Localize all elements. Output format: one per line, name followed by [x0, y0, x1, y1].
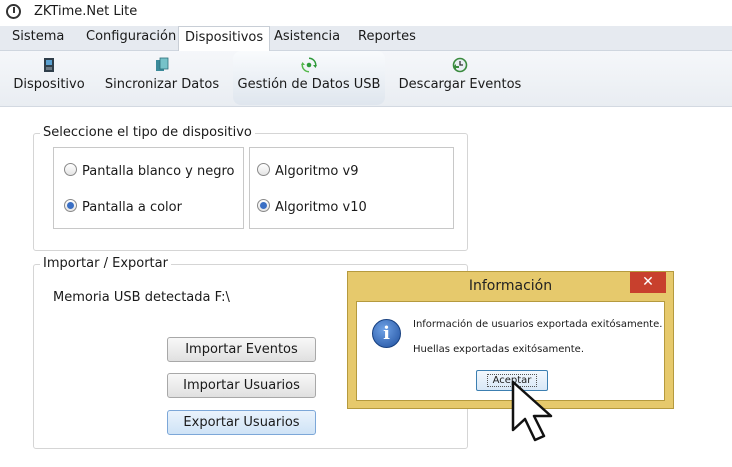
menu-dispositivos[interactable]: Dispositivos [178, 26, 271, 51]
info-icon: i [372, 319, 401, 348]
menu-sistema[interactable]: Sistema [6, 26, 70, 49]
toolbar-sincronizar-button[interactable]: Sincronizar Datos [100, 51, 224, 105]
menu-configuracion[interactable]: Configuración [80, 26, 182, 49]
dialog-title: Información [468, 278, 553, 294]
radio-algoritmo-v10[interactable]: Algoritmo v10 [257, 199, 367, 215]
toolbar: Dispositivo Sincronizar Datos Gestión de… [0, 51, 732, 107]
usb-status-text: Memoria USB detectada F:\ [53, 290, 230, 305]
menu-asistencia[interactable]: Asistencia [268, 26, 346, 49]
device-type-legend: Seleccione el tipo de dispositivo [40, 125, 255, 140]
dialog-message-fingerprints: Huellas exportadas exitósamente. [413, 344, 585, 355]
sync-icon [156, 57, 169, 71]
radio-pantalla-blanco-negro[interactable]: Pantalla blanco y negro [64, 163, 234, 179]
clock-icon [6, 4, 21, 19]
device-type-group: Seleccione el tipo de dispositivo Pantal… [33, 125, 468, 251]
download-events-icon [452, 57, 468, 73]
radio-button-selected[interactable] [257, 199, 270, 212]
radio-button[interactable] [64, 163, 77, 176]
radio-button-selected[interactable] [64, 199, 77, 212]
radio-pantalla-color[interactable]: Pantalla a color [64, 199, 182, 215]
import-users-button[interactable]: Importar Usuarios [167, 373, 316, 398]
toolbar-dispositivo-button[interactable]: Dispositivo [8, 51, 90, 105]
export-users-button[interactable]: Exportar Usuarios [167, 410, 316, 435]
import-events-button[interactable]: Importar Eventos [167, 337, 316, 362]
menu-bar: Sistema Configuración Dispositivos Asist… [0, 26, 732, 51]
algorithm-panel: Algoritmo v9 Algoritmo v10 [249, 147, 454, 229]
toolbar-descargar-button[interactable]: Descargar Eventos [396, 51, 524, 105]
device-icon [44, 58, 54, 72]
menu-reportes[interactable]: Reportes [352, 26, 422, 49]
radio-button[interactable] [257, 163, 270, 176]
import-export-legend: Importar / Exportar [40, 256, 171, 271]
mouse-cursor-icon [511, 380, 553, 442]
radio-algoritmo-v9[interactable]: Algoritmo v9 [257, 163, 358, 179]
toolbar-usb-button[interactable]: Gestión de Datos USB [233, 51, 385, 105]
usb-data-icon [301, 57, 317, 73]
screen-type-panel: Pantalla blanco y negro Pantalla a color [53, 147, 244, 229]
close-button[interactable]: ✕ [630, 272, 666, 293]
window-title: ZKTime.Net Lite [34, 4, 138, 19]
title-bar: ZKTime.Net Lite [0, 0, 732, 26]
dialog-message-users: Información de usuarios exportada exitós… [413, 319, 663, 330]
